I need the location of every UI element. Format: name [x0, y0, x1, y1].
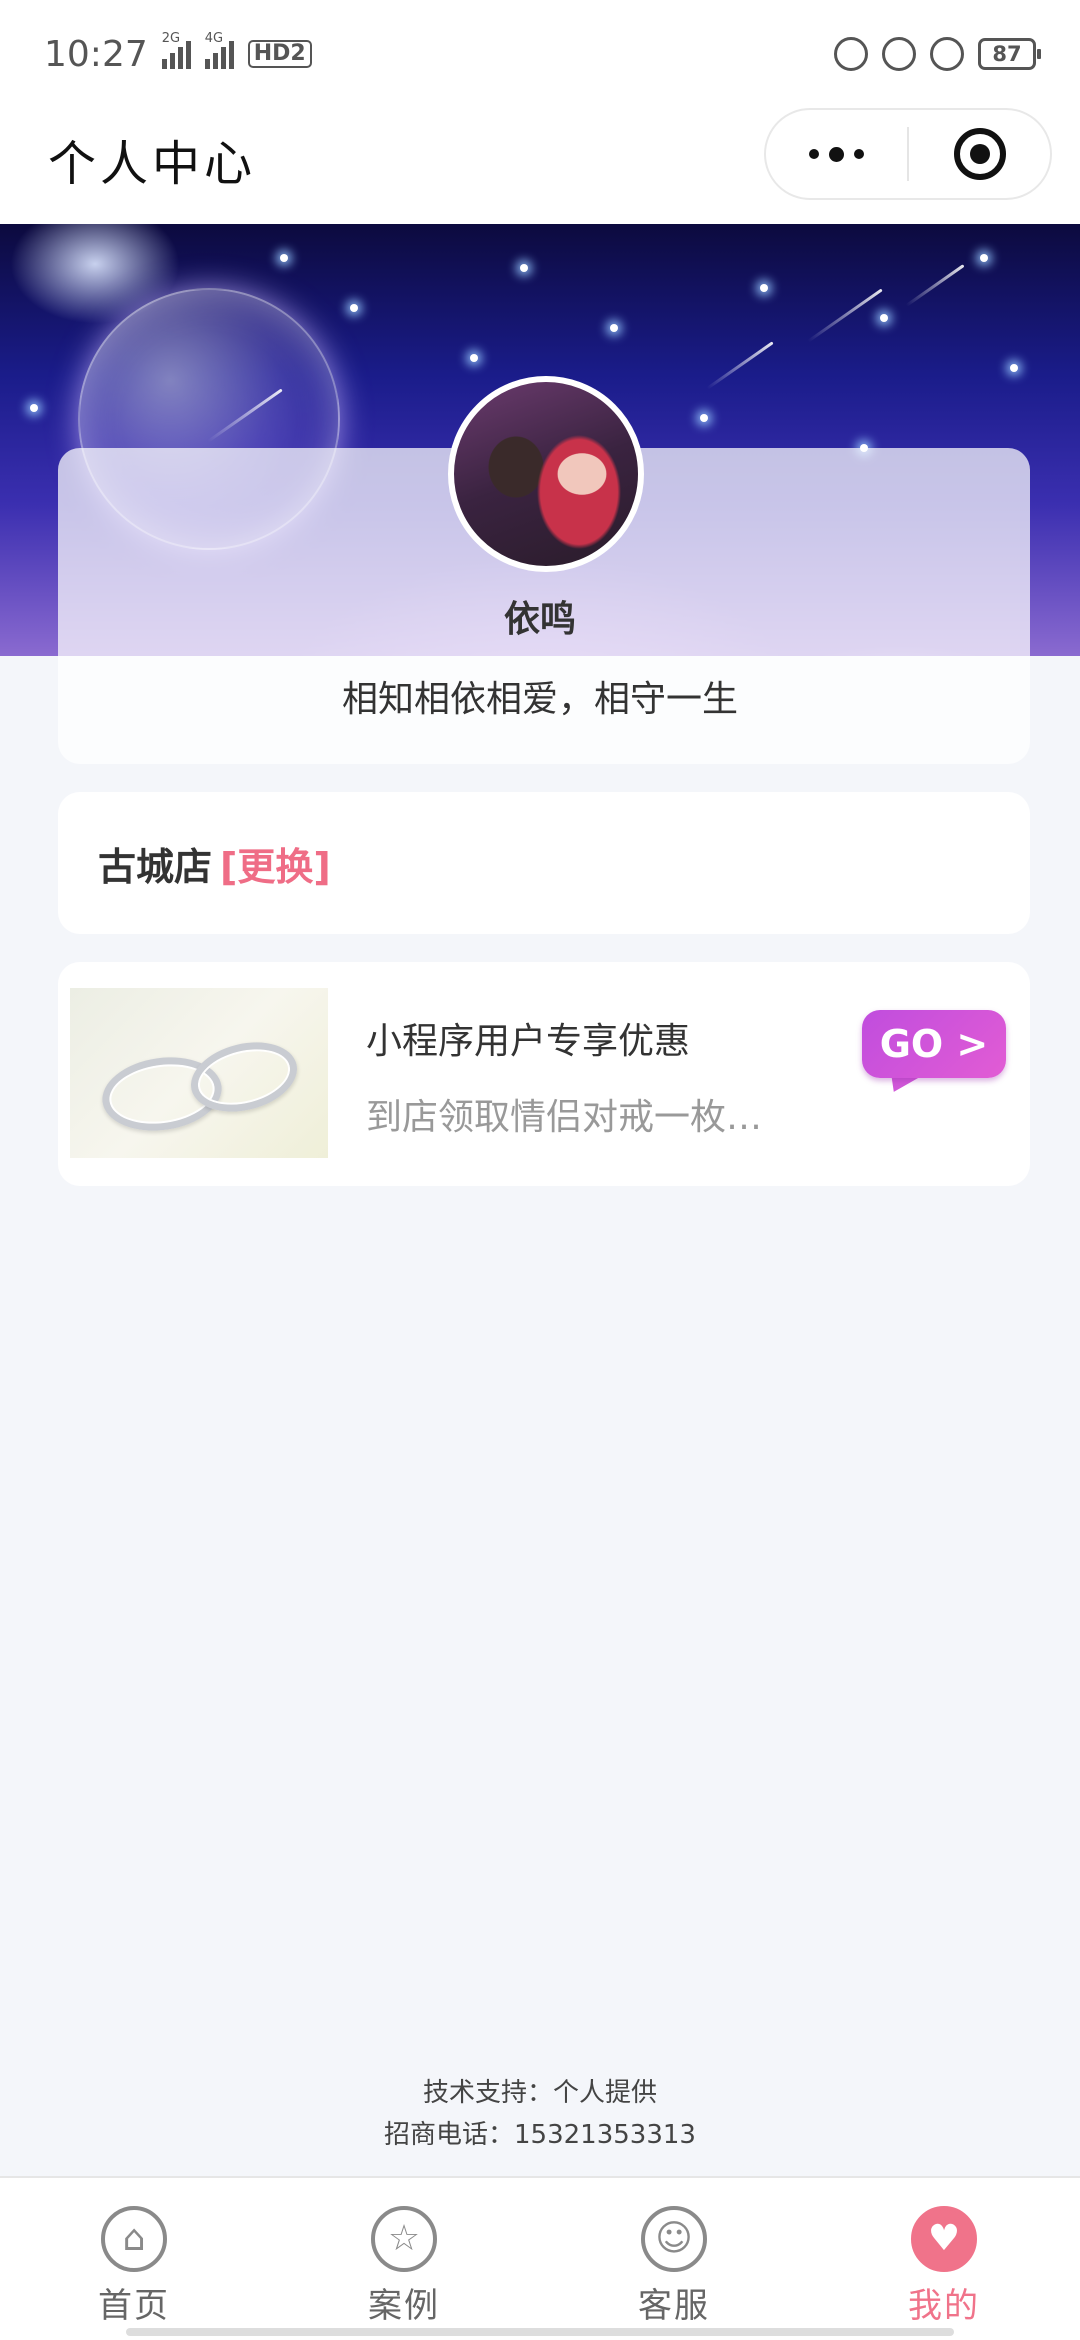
- signal-2g-icon: 2G: [161, 31, 191, 69]
- star-decoration: [30, 404, 38, 412]
- meteor-decoration: [905, 264, 965, 307]
- tab-home[interactable]: ⌂ 首页: [44, 2206, 224, 2327]
- avatar[interactable]: [448, 376, 644, 572]
- rings-image: [70, 988, 328, 1158]
- home-icon: ⌂: [101, 2206, 167, 2272]
- customer-service-icon: ☺: [641, 2206, 707, 2272]
- promo-subtitle: 到店领取情侣对戒一枚…: [366, 1097, 763, 1138]
- profile-signature: 相知相依相爱，相守一生: [341, 679, 738, 720]
- tab-label: 案例: [368, 2286, 440, 2326]
- star-decoration: [880, 314, 888, 322]
- meteor-decoration: [807, 288, 883, 343]
- star-decoration: [470, 354, 478, 362]
- promo-card[interactable]: 小程序用户专享优惠 到店领取情侣对戒一枚… GO >: [58, 962, 1030, 1186]
- star-decoration: [700, 414, 708, 422]
- tab-cases[interactable]: ☆ 案例: [314, 2206, 494, 2327]
- home-indicator: [126, 2328, 954, 2336]
- tab-label: 客服: [638, 2286, 710, 2326]
- page-title: 个人中心: [48, 136, 257, 192]
- hd-voice-icon: HD2: [247, 40, 312, 68]
- store-name: 古城店: [98, 844, 213, 889]
- star-decoration: [1010, 364, 1018, 372]
- star-decoration: [980, 254, 988, 262]
- go-button[interactable]: GO >: [862, 1010, 1006, 1078]
- status-time: 10:27: [44, 33, 148, 75]
- star-decoration: [610, 324, 618, 332]
- business-phone-text[interactable]: 招商电话：15321353313: [0, 2114, 1080, 2151]
- change-store-link[interactable]: [更换]: [220, 836, 331, 891]
- tech-support-text: 技术支持：个人提供: [422, 2078, 657, 2108]
- close-mini-program-button[interactable]: [909, 110, 1050, 198]
- more-dots-icon: [809, 146, 864, 162]
- meteor-decoration: [706, 341, 774, 390]
- promo-title: 小程序用户专享优惠: [366, 1021, 691, 1062]
- tab-label: 首页: [98, 2286, 170, 2326]
- status-bar: 10:27 2G 4G HD2 87: [0, 0, 1080, 108]
- tab-mine[interactable]: ♥ 我的: [854, 2206, 1034, 2327]
- tab-label: 我的: [908, 2286, 980, 2326]
- target-icon: [953, 128, 1006, 180]
- battery-icon: 87: [978, 38, 1041, 70]
- star-icon: ☆: [371, 2206, 437, 2272]
- username: 依鸣: [503, 599, 576, 640]
- rotation-lock-icon: [882, 37, 916, 71]
- alarm-icon: [930, 37, 964, 71]
- star-decoration: [520, 264, 528, 272]
- vibrate-mute-icon: [834, 37, 868, 71]
- heart-icon: ♥: [911, 2206, 977, 2272]
- more-button[interactable]: [766, 110, 907, 198]
- star-decoration: [350, 304, 358, 312]
- star-decoration: [760, 284, 768, 292]
- tab-customer-service[interactable]: ☺ 客服: [584, 2206, 764, 2327]
- mini-program-capsule: [764, 108, 1052, 200]
- star-decoration: [280, 254, 288, 262]
- store-card: 古城店 [更换]: [58, 792, 1030, 934]
- tab-bar: ⌂ 首页 ☆ 案例 ☺ 客服 ♥ 我的: [0, 2176, 1080, 2340]
- header: 个人中心: [0, 108, 1080, 224]
- signal-4g-icon: 4G: [204, 31, 234, 69]
